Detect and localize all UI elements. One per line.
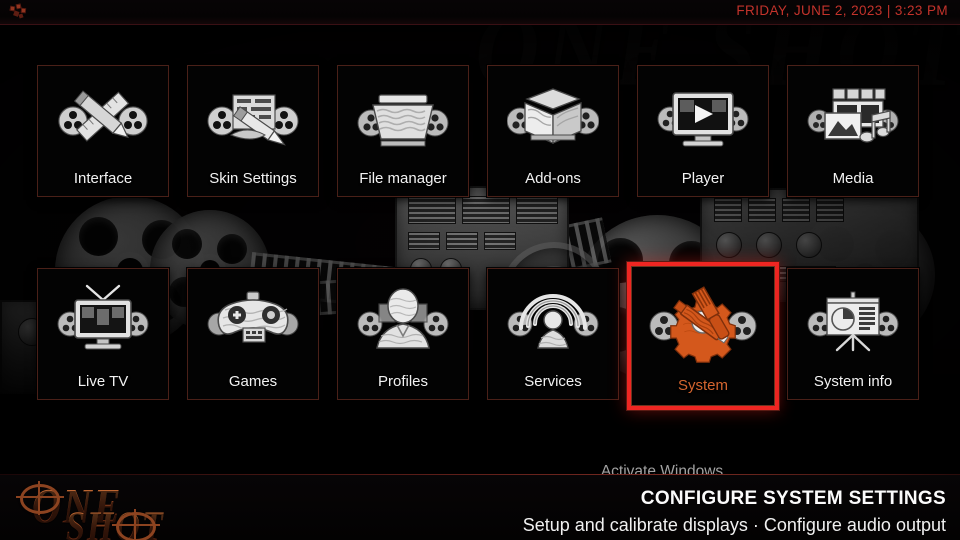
media-photo-note-icon	[788, 72, 918, 164]
paint-brush-panel-icon	[188, 72, 318, 164]
settings-tile-label: File manager	[359, 170, 447, 187]
presentation-chart-icon	[788, 275, 918, 367]
clock-datetime: FRIDAY, JUNE 2, 2023 | 3:23 PM	[736, 3, 948, 18]
tv-play-icon	[638, 72, 768, 164]
crosshair-reticle-icon	[112, 509, 160, 540]
footer-title: CONFIGURE SYSTEM SETTINGS	[640, 488, 946, 509]
settings-tile-label: Services	[524, 373, 582, 390]
settings-tile-label: Interface	[73, 170, 133, 187]
retro-tv-antenna-icon	[38, 275, 168, 367]
settings-tile-label: Player	[681, 170, 725, 187]
folder-icon	[338, 72, 468, 164]
settings-tile-label: System info	[813, 373, 893, 390]
kodi-settings-screen: ONE SHOT FRIDAY, JUNE 2, 2023 | 3:23 PM	[0, 0, 960, 540]
top-bar: FRIDAY, JUNE 2, 2023 | 3:23 PM	[0, 0, 960, 25]
settings-tile-label: Skin Settings	[209, 170, 297, 187]
broadcast-waves-icon	[488, 275, 618, 367]
settings-tile-add-ons[interactable]: Add-ons	[487, 65, 619, 197]
settings-tile-live-tv[interactable]: Live TV	[37, 268, 169, 400]
open-box-icon	[488, 72, 618, 164]
settings-tile-label: Add-ons	[525, 170, 581, 187]
settings-tile-label: Media	[832, 170, 874, 187]
settings-tile-system-info[interactable]: System info	[787, 268, 919, 400]
settings-tile-label: Profiles	[377, 373, 429, 390]
settings-tile-file-manager[interactable]: File manager	[337, 65, 469, 197]
crosshair-reticle-icon	[16, 481, 64, 515]
settings-tile-label: System	[677, 377, 728, 394]
settings-tile-label: Games	[228, 373, 278, 390]
settings-tile-player[interactable]: Player	[637, 65, 769, 197]
gear-screwdriver-icon	[631, 274, 775, 374]
person-bust-icon	[338, 275, 468, 367]
oneshot-brand-logo: ONE SHOT	[8, 474, 238, 540]
footer-subtitle: Setup and calibrate displays · Configure…	[522, 515, 946, 535]
settings-tile-media[interactable]: Media	[787, 65, 919, 197]
settings-tile-games[interactable]: Games	[187, 268, 319, 400]
gamepad-icon	[188, 275, 318, 367]
settings-tile-system[interactable]: System	[627, 262, 779, 410]
settings-tile-interface[interactable]: Interface	[37, 65, 169, 197]
settings-tile-profiles[interactable]: Profiles	[337, 268, 469, 400]
oneshot-mark-icon	[9, 3, 27, 19]
settings-tile-skin-settings[interactable]: Skin Settings	[187, 65, 319, 197]
settings-tile-services[interactable]: Services	[487, 268, 619, 400]
settings-tile-label: Live TV	[77, 373, 129, 390]
tools-pencil-ruler-icon	[38, 72, 168, 164]
